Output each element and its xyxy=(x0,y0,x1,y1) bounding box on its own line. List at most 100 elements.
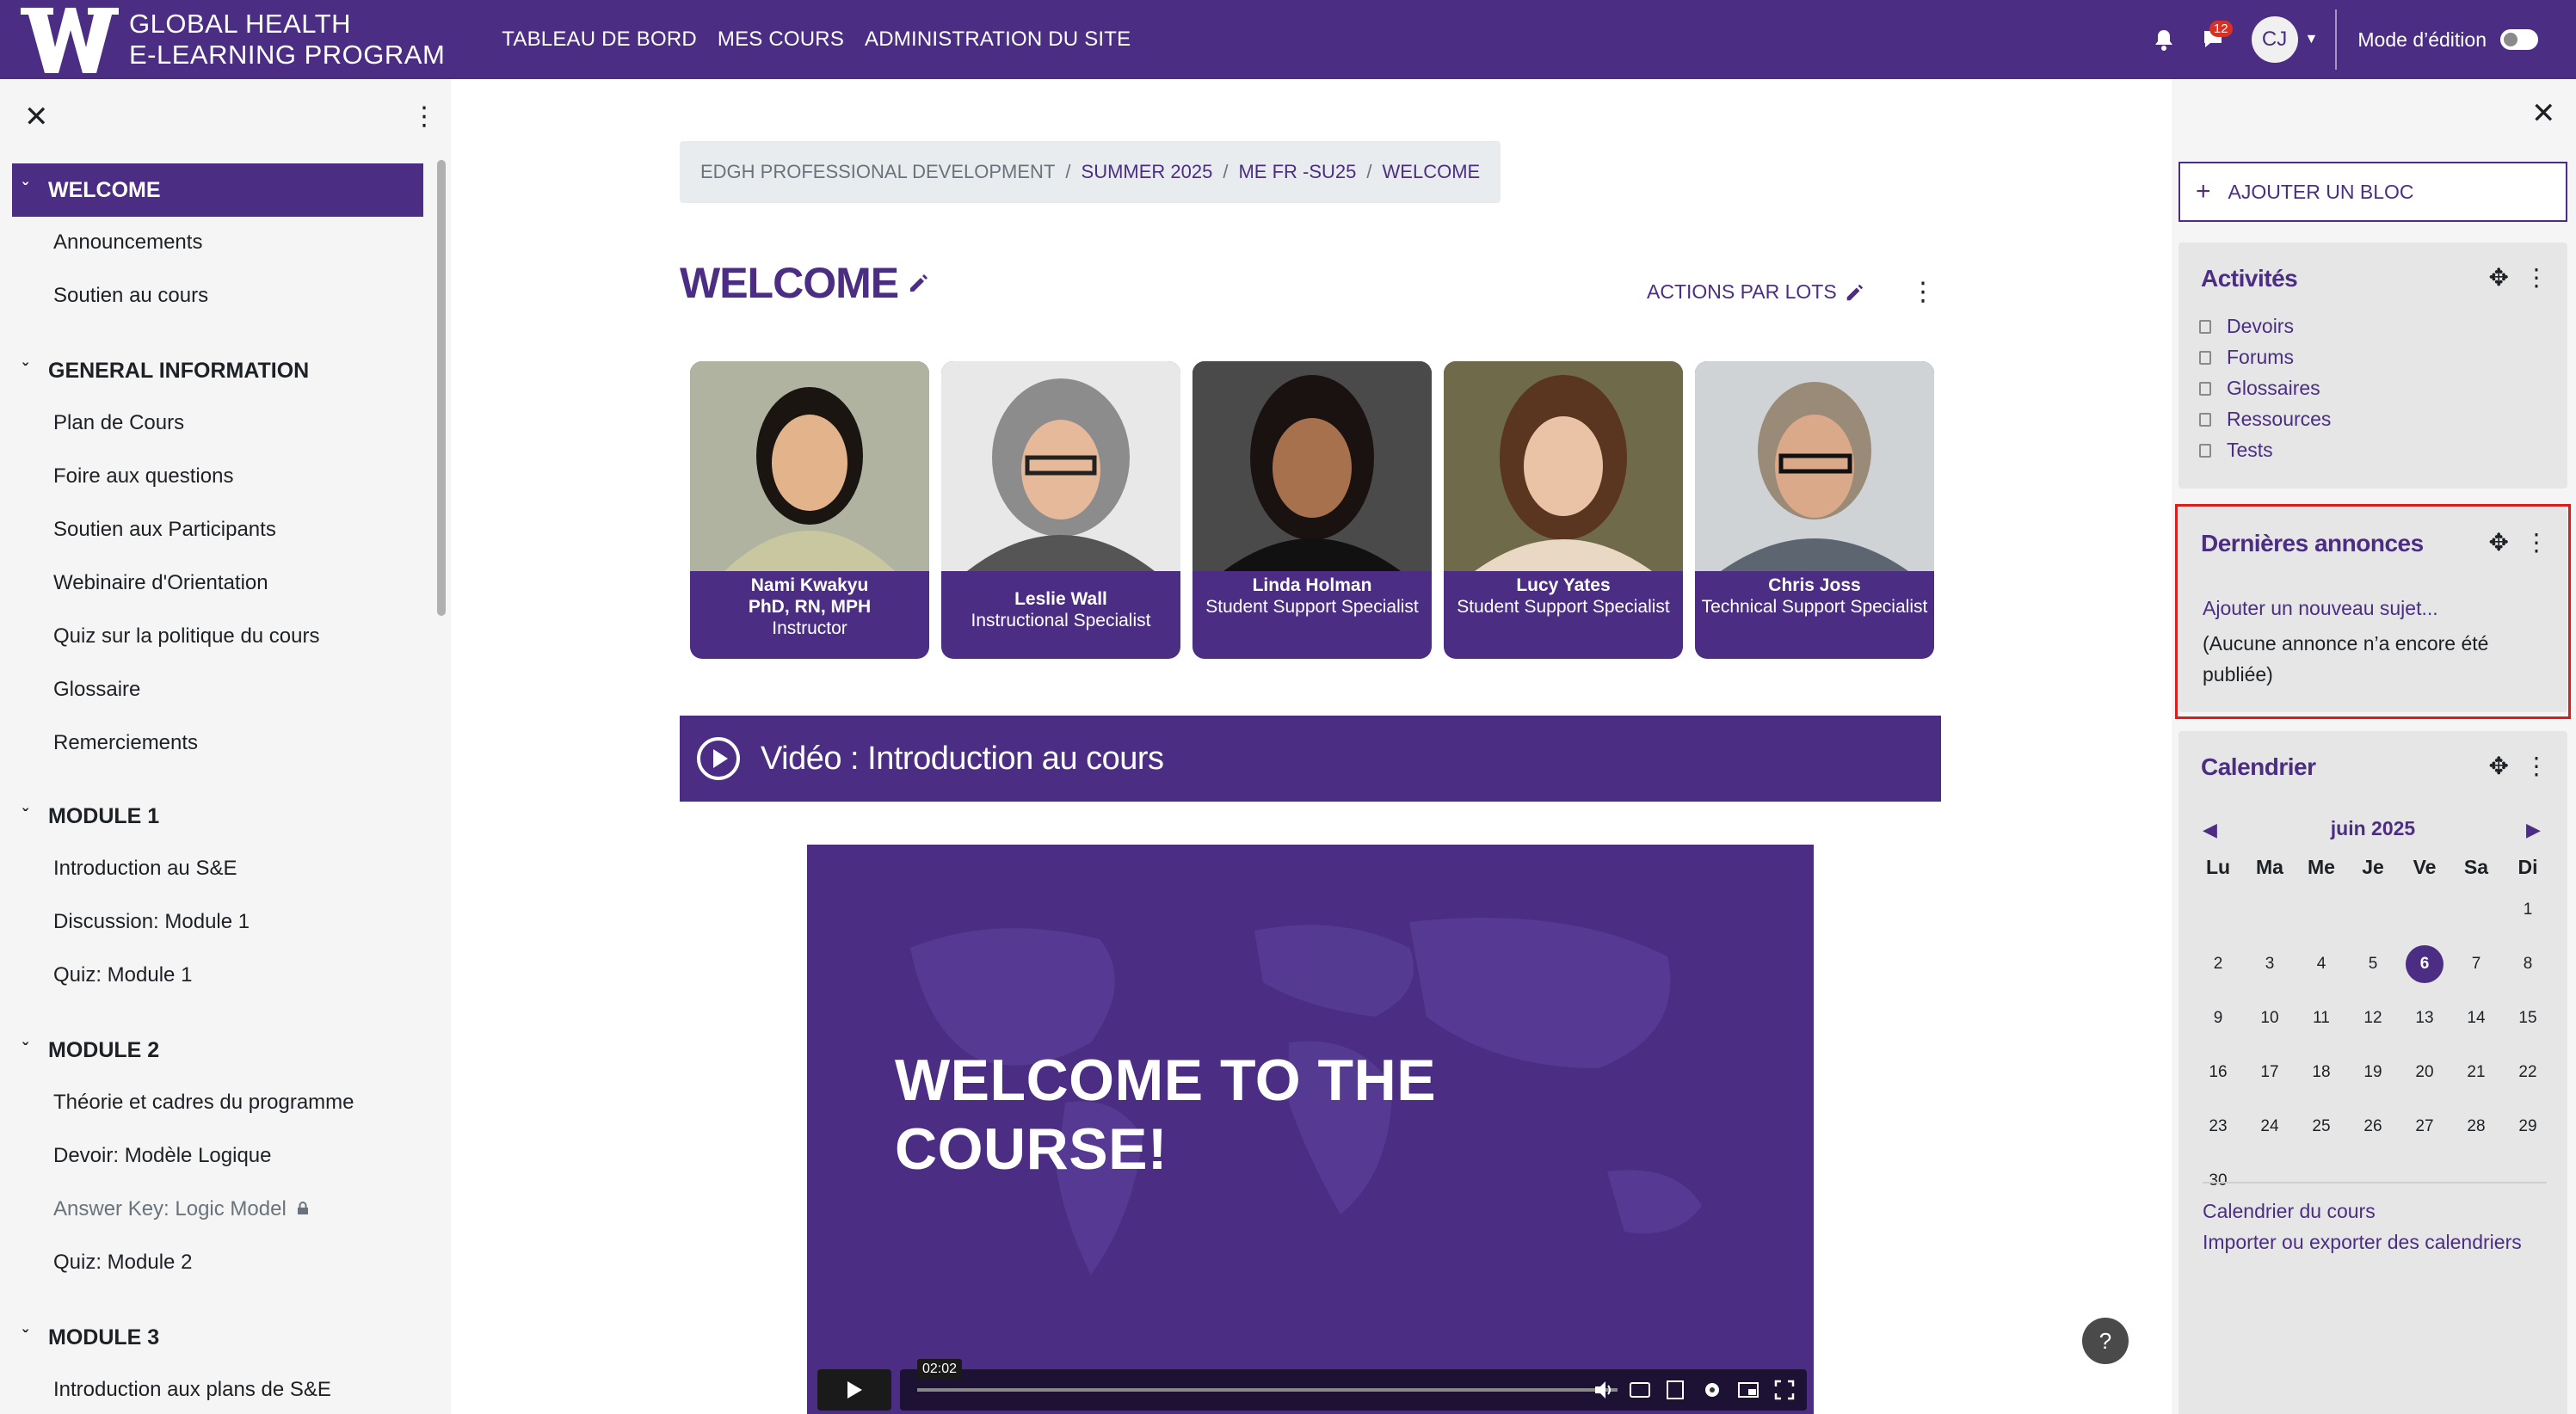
course-index-item[interactable]: Remerciements xyxy=(53,731,198,755)
video-progress-track[interactable]: 02:02 xyxy=(917,1359,1618,1392)
volume-icon[interactable] xyxy=(1592,1378,1616,1402)
add-block-button[interactable]: + AJOUTER UN BLOC xyxy=(2179,162,2567,222)
course-index-scrollbar[interactable] xyxy=(437,160,446,616)
calendar-day[interactable]: 20 xyxy=(2399,1045,2450,1099)
calendar-day[interactable]: 25 xyxy=(2296,1099,2347,1153)
calendar-weekday: Me xyxy=(2308,855,2335,878)
course-index-item[interactable]: Théorie et cadres du programme xyxy=(53,1091,354,1115)
calendar-day[interactable]: 6 xyxy=(2399,937,2450,991)
course-index-item[interactable]: Quiz: Module 1 xyxy=(53,963,192,987)
calendar-day[interactable]: 27 xyxy=(2399,1099,2450,1153)
calendar-day[interactable]: 2 xyxy=(2192,937,2244,991)
breadcrumb-item[interactable]: ME FR -SU25 xyxy=(1238,161,1356,183)
course-index-item[interactable]: Foire aux questions xyxy=(53,464,233,489)
resource-icon xyxy=(2199,412,2211,427)
section-actions-kebab-icon[interactable]: ⋮ xyxy=(1910,277,1936,307)
course-index-item[interactable]: Quiz: Module 2 xyxy=(53,1251,192,1275)
nav-site-admin[interactable]: ADMINISTRATION DU SITE xyxy=(865,28,1131,52)
calendar-day[interactable]: 22 xyxy=(2502,1045,2554,1099)
messages-icon[interactable]: 12 xyxy=(2197,21,2233,57)
move-icon[interactable]: ✥ xyxy=(2489,752,2509,780)
course-index-item[interactable]: Devoir: Modèle Logique xyxy=(53,1144,272,1168)
calendar-day[interactable]: 3 xyxy=(2244,937,2296,991)
activity-link-tests[interactable]: Tests xyxy=(2199,439,2273,462)
course-index-item[interactable]: Webinaire d'Orientation xyxy=(53,571,268,595)
activity-link-glossaries[interactable]: Glossaires xyxy=(2199,377,2320,400)
nav-my-courses[interactable]: MES COURS xyxy=(718,28,844,52)
course-index-item[interactable]: Plan de Cours xyxy=(53,411,184,435)
bulk-actions-button[interactable]: ACTIONS PAR LOTS xyxy=(1647,280,1864,304)
course-index-item[interactable]: Glossaire xyxy=(53,678,140,702)
calendar-day[interactable]: 29 xyxy=(2502,1099,2554,1153)
activity-link-forums[interactable]: Forums xyxy=(2199,346,2294,369)
video-player[interactable]: WELCOME TO THE COURSE! 02:02 xyxy=(807,845,1814,1414)
calendar-day[interactable]: 10 xyxy=(2244,991,2296,1045)
section-general-information[interactable]: ˇ GENERAL INFORMATION xyxy=(12,344,309,397)
calendar-day[interactable]: 1 xyxy=(2502,882,2554,937)
activity-link-resources[interactable]: Ressources xyxy=(2199,408,2331,431)
breadcrumb-item[interactable]: EDGH PROFESSIONAL DEVELOPMENT xyxy=(700,161,1055,183)
calendar-day[interactable]: 26 xyxy=(2347,1099,2399,1153)
calendar-day[interactable]: 7 xyxy=(2450,937,2502,991)
previous-month-arrow-icon[interactable]: ◀ xyxy=(2203,819,2217,841)
section-module-2[interactable]: ˇ MODULE 2 xyxy=(12,1024,159,1077)
section-module-1[interactable]: ˇ MODULE 1 xyxy=(12,790,159,843)
nav-dashboard[interactable]: TABLEAU DE BORD xyxy=(502,28,697,52)
section-welcome[interactable]: ˇ WELCOME xyxy=(12,163,423,217)
user-avatar[interactable]: CJ xyxy=(2251,16,2298,63)
calendar-day[interactable]: 17 xyxy=(2244,1045,2296,1099)
breadcrumb-item[interactable]: WELCOME xyxy=(1383,161,1481,183)
user-menu-chevron-down-icon[interactable]: ▼ xyxy=(2305,32,2319,47)
next-month-arrow-icon[interactable]: ▶ xyxy=(2526,819,2541,841)
block-kebab-icon[interactable]: ⋮ xyxy=(2524,263,2548,292)
calendar-day[interactable]: 12 xyxy=(2347,991,2399,1045)
calendar-day[interactable]: 16 xyxy=(2192,1045,2244,1099)
calendar-day[interactable]: 14 xyxy=(2450,991,2502,1045)
calendar-day[interactable]: 5 xyxy=(2347,937,2399,991)
calendar-day[interactable]: 15 xyxy=(2502,991,2554,1045)
course-calendar-link[interactable]: Calendrier du cours xyxy=(2203,1196,2376,1226)
course-index-item[interactable]: Discussion: Module 1 xyxy=(53,910,250,934)
staff-card: Chris Joss Technical Support Specialist xyxy=(1695,361,1934,659)
calendar-day[interactable]: 24 xyxy=(2244,1099,2296,1153)
calendar-day[interactable]: 13 xyxy=(2399,991,2450,1045)
course-index-item[interactable]: Soutien au cours xyxy=(53,284,208,308)
course-index-item[interactable]: Announcements xyxy=(53,231,202,255)
calendar-day-number: 21 xyxy=(2467,1062,2486,1081)
calendar-day[interactable]: 19 xyxy=(2347,1045,2399,1099)
edit-pencil-icon[interactable] xyxy=(907,272,929,294)
calendar-day[interactable]: 28 xyxy=(2450,1099,2502,1153)
settings-gear-icon[interactable] xyxy=(1700,1378,1724,1402)
course-index-kebab-icon[interactable]: ⋮ xyxy=(411,101,437,132)
notifications-bell-icon[interactable] xyxy=(2147,22,2181,57)
course-index-item[interactable]: Introduction aux plans de S&E xyxy=(53,1378,331,1402)
move-icon[interactable]: ✥ xyxy=(2489,263,2509,292)
calendar-empty-cell xyxy=(2192,882,2244,937)
close-course-index-icon[interactable]: ✕ xyxy=(24,100,49,134)
captions-icon[interactable] xyxy=(1628,1378,1652,1402)
course-index-item[interactable]: Introduction au S&E xyxy=(53,857,237,881)
site-logo[interactable]: GLOBAL HEALTH E-LEARNING PROGRAM xyxy=(19,0,445,79)
calendar-day[interactable]: 11 xyxy=(2296,991,2347,1045)
calendar-day[interactable]: 8 xyxy=(2502,937,2554,991)
calendar-day[interactable]: 18 xyxy=(2296,1045,2347,1099)
activity-link-assignments[interactable]: Devoirs xyxy=(2199,315,2294,338)
course-index-item-restricted[interactable]: Answer Key: Logic Model xyxy=(53,1197,309,1221)
calendar-day[interactable]: 21 xyxy=(2450,1045,2502,1099)
course-index-item[interactable]: Quiz sur la politique du cours xyxy=(53,624,320,649)
calendar-day[interactable]: 23 xyxy=(2192,1099,2244,1153)
calendar-day[interactable]: 4 xyxy=(2296,937,2347,991)
block-kebab-icon[interactable]: ⋮ xyxy=(2524,752,2548,780)
picture-in-picture-icon[interactable] xyxy=(1736,1378,1760,1402)
close-block-drawer-icon[interactable]: ✕ xyxy=(2531,96,2556,131)
video-play-button[interactable] xyxy=(817,1369,891,1411)
section-module-3[interactable]: ˇ MODULE 3 xyxy=(12,1311,159,1364)
edit-mode-toggle[interactable] xyxy=(2500,29,2538,50)
fullscreen-icon[interactable] xyxy=(1772,1378,1796,1402)
course-index-item[interactable]: Soutien aux Participants xyxy=(53,518,276,542)
help-question-button[interactable]: ? xyxy=(2082,1318,2129,1364)
transcript-icon[interactable] xyxy=(1664,1378,1688,1402)
import-export-calendars-link[interactable]: Importer ou exporter des calendriers xyxy=(2203,1226,2547,1257)
breadcrumb-item[interactable]: SUMMER 2025 xyxy=(1082,161,1213,183)
calendar-day[interactable]: 9 xyxy=(2192,991,2244,1045)
